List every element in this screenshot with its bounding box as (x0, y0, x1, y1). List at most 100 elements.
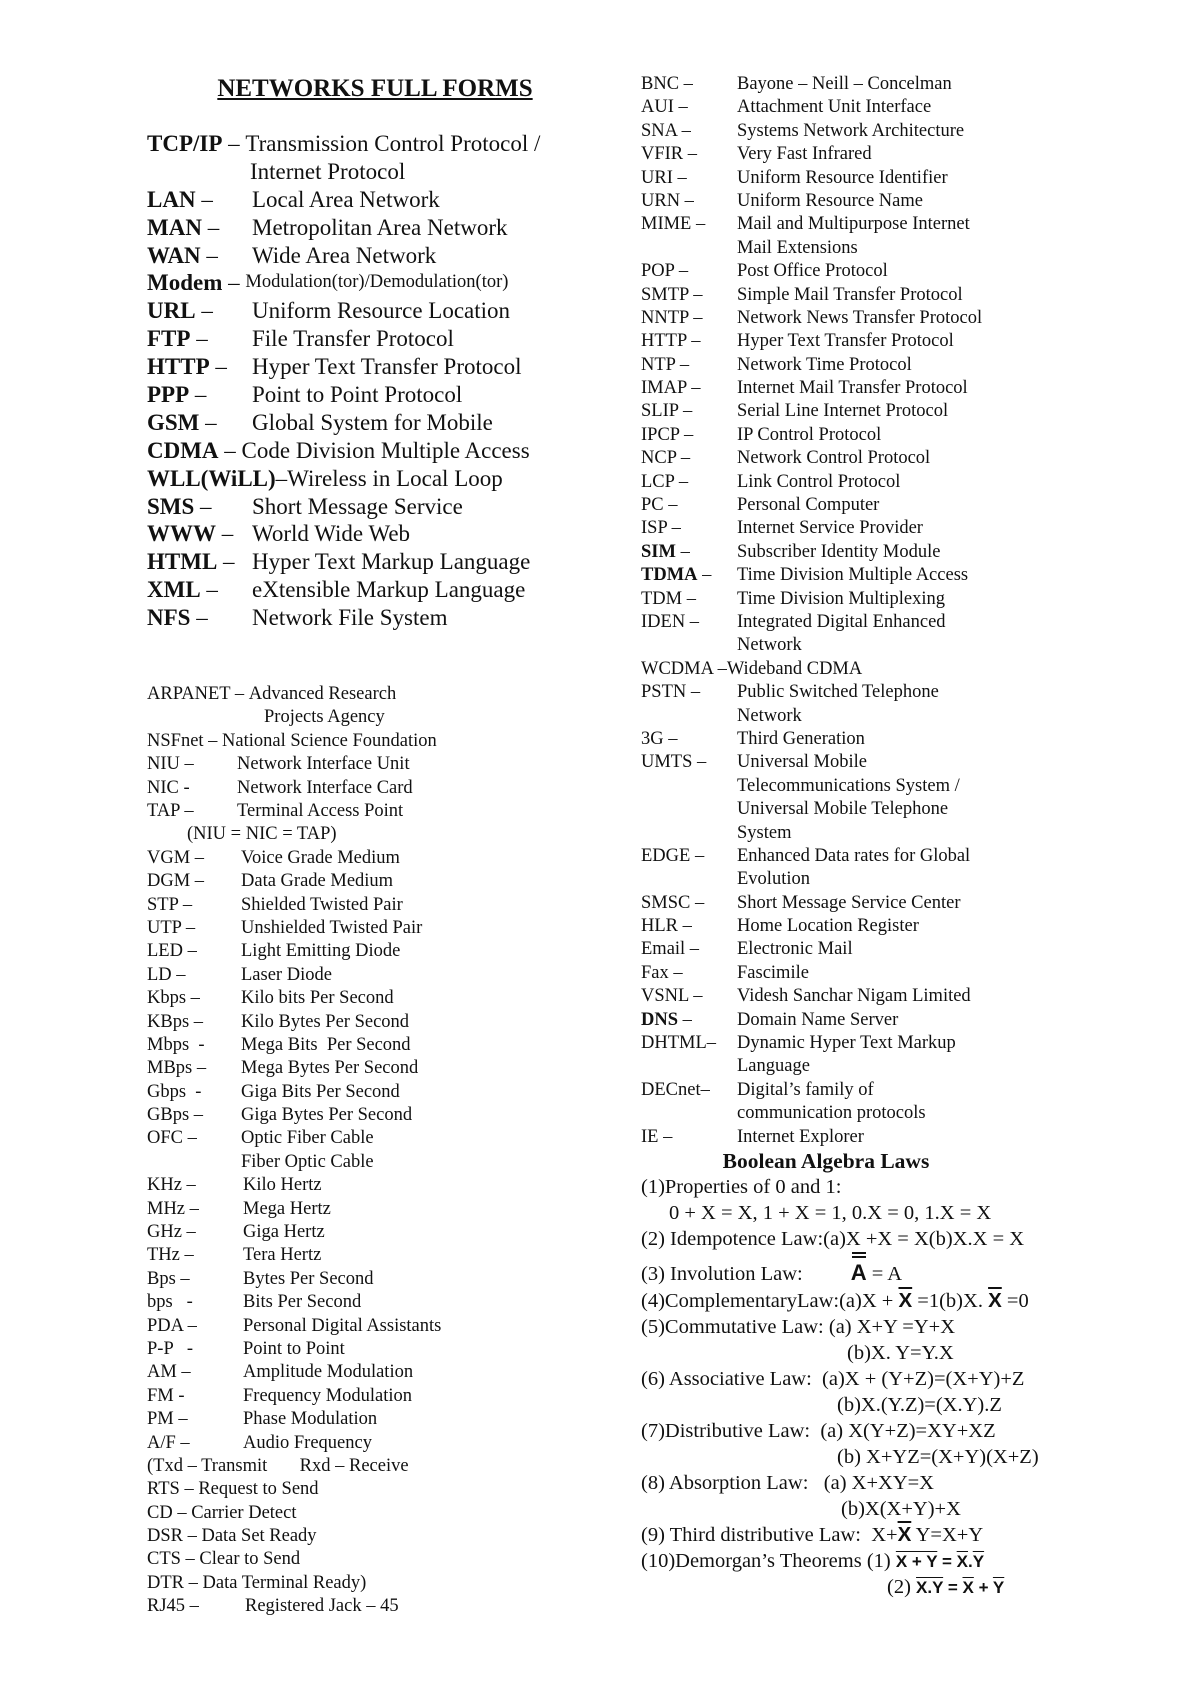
complement-var: X (962, 1577, 974, 1597)
full-form: Serial Line Internet Protocol (737, 401, 949, 422)
minor-acronym-list: ARPANET – Advanced Research Projects Age… (147, 683, 617, 1619)
acronym-cell: WAN – (147, 242, 252, 270)
full-form: communication protocols (737, 1103, 926, 1124)
acronym: KBps – (147, 1011, 204, 1032)
full-form: Shielded Twisted Pair (241, 894, 403, 915)
full-form: Wideband CDMA (726, 658, 863, 679)
full-form: Enhanced Data rates for Global (737, 845, 971, 866)
full-form: Wireless in Local Loop (287, 465, 503, 491)
separator: – (275, 465, 288, 491)
acronym-cell: VFIR – (641, 143, 737, 166)
list-item: URN – Uniform Resource Name (641, 190, 1071, 213)
acronym: P-P - (147, 1338, 194, 1359)
acronym-cell: URN – (641, 190, 737, 213)
full-form: Domain Name Server (737, 1009, 899, 1030)
acronym: NCP – (641, 448, 691, 469)
list-item: DHTML– Dynamic Hyper Text Markup (641, 1032, 1071, 1055)
full-form: Language (737, 1056, 810, 1077)
acronym-cell: IMAP – (641, 377, 737, 400)
acronym: TDM – (641, 588, 696, 609)
list-item: Gbps - Giga Bits Per Second (147, 1081, 617, 1104)
full-form: Phase Modulation (243, 1409, 378, 1430)
acronym: GHz – (147, 1222, 196, 1243)
full-form: Bayone – Neill – Concelman (737, 74, 952, 94)
acronym: DNS (641, 1009, 679, 1030)
list-item: GHz – Giga Hertz (147, 1221, 617, 1244)
boolean-laws-title: Boolean Algebra Laws (722, 1148, 930, 1173)
acronym: CDMA (147, 437, 219, 463)
acronym: HTTP (147, 354, 210, 380)
acronym: FTP (147, 326, 191, 352)
list-item: NIU – Network Interface Unit (147, 753, 617, 776)
law-commutative-b: (b)X. Y=Y.X (847, 1341, 954, 1364)
acronym: VFIR – (641, 144, 698, 165)
full-form: Short Message Service Center (737, 892, 961, 913)
list-item: IDEN – Integrated Digital Enhanced (641, 611, 1071, 634)
acronym: TAP – (147, 800, 194, 821)
acronym-cell: NTP – (641, 354, 737, 377)
separator: – (200, 242, 218, 268)
list-item: SMSC – Short Message Service Center (641, 892, 1071, 915)
separator: – (200, 577, 218, 603)
full-form: Post Office Protocol (737, 261, 888, 282)
complement-var: X (956, 1551, 969, 1571)
law-label: (3) Involution Law: (641, 1262, 803, 1285)
acronym-cell: ISP – (641, 517, 737, 540)
full-form: Optic Fiber Cable (241, 1128, 374, 1149)
law-text: =1(b)X. (912, 1289, 989, 1312)
acronym-cell: WLL(WiLL)– (147, 465, 287, 493)
full-form: Laser Diode (241, 964, 332, 985)
acronym-cell: 3G – (641, 728, 737, 751)
list-item: SMS – Short Message Service (147, 493, 617, 521)
acronym-cell: EDGE – (641, 845, 737, 868)
list-item: ARPANET – Advanced Research (147, 683, 617, 706)
full-form: Giga Bytes Per Second (241, 1105, 413, 1126)
full-form: Mega Bits Per Second (241, 1034, 411, 1055)
list-item: IMAP – Internet Mail Transfer Protocol (641, 377, 1071, 400)
acronym-cell: VSNL – (641, 985, 737, 1008)
full-form: Internet Service Provider (737, 518, 923, 539)
list-item: Modem – Modulation(tor)/Demodulation(tor… (147, 269, 617, 297)
list-item: P-P - Point to Point (147, 1338, 617, 1361)
law-idempotence: (2) Idempotence Law:(a)X +X = X(b)X.X = … (641, 1227, 1025, 1250)
acronym: EDGE – (641, 845, 705, 866)
acronym: SIM (641, 541, 676, 562)
acronym-cell: LAN – (147, 186, 252, 214)
list-item: WWW – World Wide Web (147, 520, 617, 548)
list-item: GBps – Giga Bytes Per Second (147, 1104, 617, 1127)
list-item: KHz – Kilo Hertz (147, 1174, 617, 1197)
full-form: Videsh Sanchar Nigam Limited (737, 986, 971, 1007)
full-form: Third Generation (737, 728, 865, 749)
acronym: SMS (147, 493, 195, 519)
full-form: IP Control Protocol (737, 424, 882, 445)
full-form: Integrated Digital Enhanced (737, 611, 946, 632)
acronym: STP – (147, 894, 193, 915)
list-item: LED – Light Emitting Diode (147, 940, 617, 963)
full-form: Transmission Control Protocol / (245, 131, 541, 156)
list-item: UMTS – Universal Mobile (641, 751, 1071, 774)
list-item: DSR – Data Set Ready (147, 1525, 617, 1548)
full-form: Short Message Service (252, 493, 463, 519)
serial-signal: DSR – Data Set Ready (147, 1526, 317, 1547)
acronym-cell: NFS – (147, 604, 252, 632)
acronym-cell: HTTP – (147, 353, 252, 381)
list-item: MIME – Mail and Multipurpose Internet (641, 213, 1071, 236)
list-item: bps - Bits Per Second (147, 1291, 617, 1314)
full-form: Uniform Resource Identifier (737, 167, 948, 188)
list-item: OFC – Optic Fiber Cable (147, 1127, 617, 1150)
list-item: (Txd – Transmit Rxd – Receive (147, 1455, 617, 1478)
acronym-cell: SMTP – (641, 284, 737, 307)
list-item: WAN – Wide Area Network (147, 242, 617, 270)
acronym: URN – (641, 190, 694, 211)
full-form: Telecommunications System / (737, 775, 960, 796)
acronym-list-right: BNC – Bayone – Neill – Concelman AUI – Atta… (641, 73, 1071, 1149)
list-item: AUI – Attachment Unit Interface (641, 96, 1071, 119)
acronym: WCDMA – (641, 658, 727, 679)
full-form: Network Interface Card (237, 777, 413, 798)
full-form: eXtensible Markup Language (252, 577, 526, 603)
acronym-cell: MAN – (147, 214, 252, 242)
acronym: NIU – (147, 754, 194, 775)
list-item: Email – Electronic Mail (641, 938, 1071, 961)
separator: – (697, 565, 712, 586)
acronym-cell: DHTML– (641, 1032, 737, 1055)
